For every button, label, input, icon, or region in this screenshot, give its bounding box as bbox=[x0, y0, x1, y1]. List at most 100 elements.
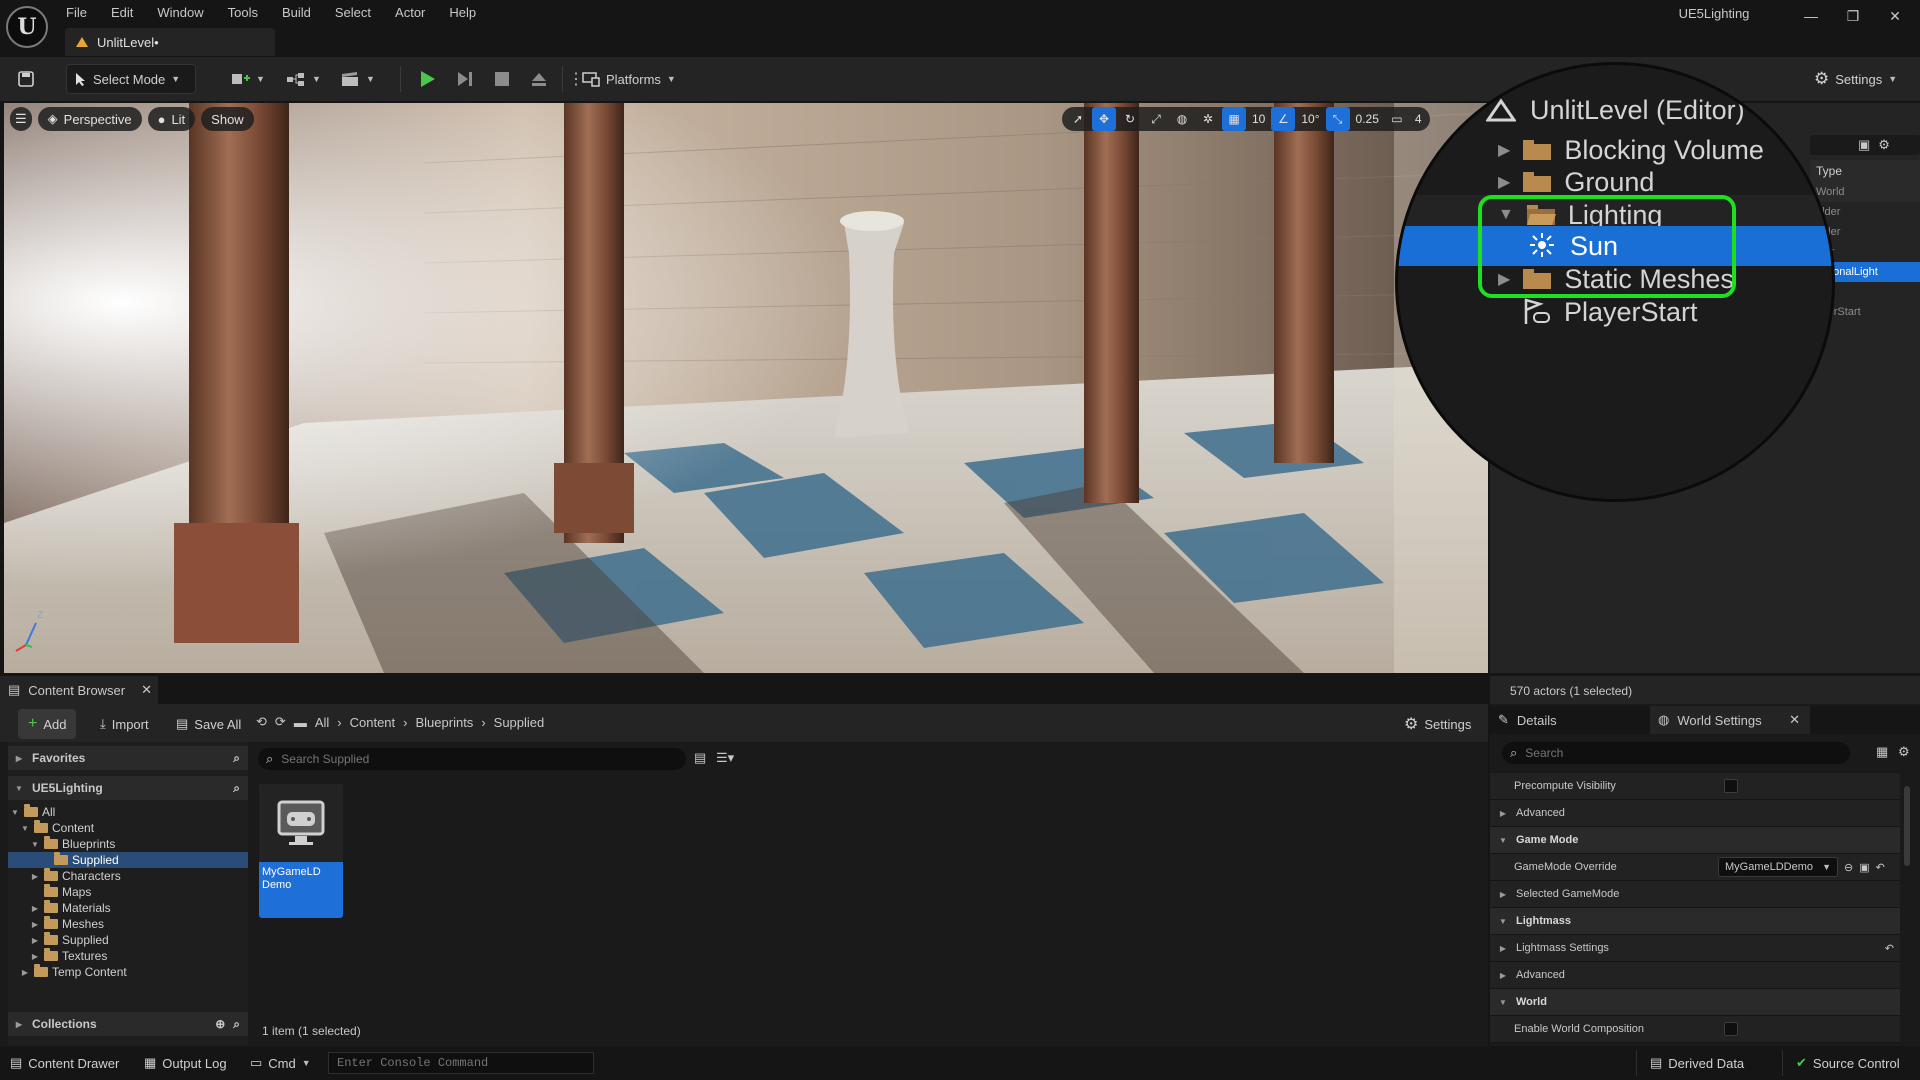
menu-select[interactable]: Select bbox=[335, 5, 371, 20]
scale-snap-icon[interactable]: ⤡ bbox=[1325, 107, 1350, 131]
add-actor-button[interactable]: ▼ bbox=[224, 64, 271, 94]
console-command-input[interactable] bbox=[328, 1052, 594, 1074]
scale-tool-icon[interactable]: ⤢ bbox=[1144, 107, 1168, 131]
tree-item-textures[interactable]: ▶ Textures bbox=[8, 948, 248, 964]
unreal-logo-icon[interactable]: U bbox=[6, 6, 48, 48]
back-icon[interactable]: ⟲ bbox=[256, 714, 267, 730]
outliner-row-playerstart[interactable]: PlayerStart bbox=[1398, 292, 1832, 332]
translate-tool-icon[interactable]: ✥ bbox=[1092, 107, 1116, 131]
search-supplied-input[interactable]: ⌕ bbox=[258, 748, 686, 770]
category-lightmass[interactable]: ▼ Lightmass bbox=[1490, 908, 1900, 935]
browse-icon[interactable]: ⊖ bbox=[1844, 861, 1853, 874]
forward-icon[interactable]: ⟳ bbox=[275, 714, 286, 730]
menu-actor[interactable]: Actor bbox=[395, 5, 425, 20]
lit-button[interactable]: ● Lit bbox=[147, 107, 196, 131]
filter-icon[interactable]: ☰▾ bbox=[716, 750, 734, 766]
menu-help[interactable]: Help bbox=[449, 5, 476, 20]
reset-icon[interactable]: ↶ bbox=[1876, 861, 1885, 874]
asset-tile-selected[interactable]: MyGameLD Demo bbox=[259, 784, 343, 918]
tree-item-all[interactable]: ▼ All bbox=[8, 804, 248, 820]
step-button[interactable] bbox=[450, 64, 480, 94]
save-all-button[interactable]: ▤ Save All bbox=[170, 709, 247, 739]
breadcrumb-content[interactable]: Content bbox=[350, 715, 396, 730]
folder-add-icon[interactable]: ▣ bbox=[1858, 137, 1870, 153]
save-search-icon[interactable]: ▤ bbox=[694, 750, 706, 766]
scene-render[interactable] bbox=[4, 103, 1488, 673]
close-icon[interactable]: ✕ bbox=[1789, 712, 1800, 728]
details-scrollbar[interactable] bbox=[1904, 786, 1910, 866]
tree-item-content[interactable]: ▼ Content bbox=[8, 820, 248, 836]
prop-advanced[interactable]: ▶ Advanced bbox=[1490, 800, 1900, 827]
close-icon[interactable]: ✕ bbox=[141, 682, 152, 698]
save-icon[interactable] bbox=[12, 64, 40, 94]
search-icon[interactable]: ⌕ bbox=[233, 781, 240, 796]
prop-lightmass-settings[interactable]: ▶ Lightmass Settings ↶ bbox=[1490, 935, 1900, 962]
search-icon[interactable]: ⌕ bbox=[233, 1017, 240, 1032]
tree-item-supplied-selected[interactable]: Supplied bbox=[8, 852, 248, 868]
open-asset-icon[interactable]: ▣ bbox=[1859, 861, 1869, 874]
details-search-input[interactable]: ⌕ bbox=[1502, 742, 1850, 764]
content-browser-tab[interactable]: ▤ Content Browser ✕ bbox=[0, 676, 158, 704]
stop-button[interactable] bbox=[488, 64, 516, 94]
scale-snap-value[interactable]: 0.25 bbox=[1352, 112, 1383, 126]
reset-icon[interactable]: ↶ bbox=[1885, 942, 1894, 955]
precompute-visibility-checkbox[interactable] bbox=[1724, 779, 1738, 793]
show-button[interactable]: Show bbox=[201, 107, 254, 131]
level-tab[interactable]: UnlitLevel• bbox=[65, 28, 275, 56]
tree-item-blueprints[interactable]: ▼ Blueprints bbox=[8, 836, 248, 852]
tree-item-characters[interactable]: ▶ Characters bbox=[8, 868, 248, 884]
console-command-field[interactable] bbox=[337, 1056, 587, 1070]
breadcrumb-supplied[interactable]: Supplied bbox=[494, 715, 545, 730]
rotate-tool-icon[interactable]: ↻ bbox=[1118, 107, 1142, 131]
rotation-snap-value[interactable]: 10° bbox=[1297, 112, 1323, 126]
search-icon[interactable]: ⌕ bbox=[233, 751, 240, 766]
world-composition-checkbox[interactable] bbox=[1724, 1022, 1738, 1036]
project-header[interactable]: ▼ UE5Lighting ⌕ bbox=[8, 776, 248, 800]
add-collection-icon[interactable]: ⊕ bbox=[215, 1017, 225, 1031]
viewport-menu-button[interactable]: ☰ bbox=[10, 107, 32, 131]
menu-build[interactable]: Build bbox=[282, 5, 311, 20]
menu-edit[interactable]: Edit bbox=[111, 5, 133, 20]
search-supplied-field[interactable] bbox=[281, 752, 662, 766]
source-control-button[interactable]: ✔ Source Control bbox=[1788, 1051, 1908, 1075]
select-mode-dropdown[interactable]: Select Mode ▼ bbox=[66, 64, 196, 94]
add-button[interactable]: + Add bbox=[18, 709, 77, 739]
prop-advanced[interactable]: ▶ Advanced bbox=[1490, 962, 1900, 989]
grid-snap-icon[interactable]: ▦ bbox=[1222, 107, 1246, 131]
content-drawer-button[interactable]: ▤ Content Drawer bbox=[2, 1051, 127, 1075]
details-search-field[interactable] bbox=[1525, 746, 1826, 760]
tree-item-maps[interactable]: Maps bbox=[8, 884, 248, 900]
prop-selected-gamemode[interactable]: ▶ Selected GameMode bbox=[1490, 881, 1900, 908]
select-tool-icon[interactable]: ➚ bbox=[1066, 107, 1090, 131]
breadcrumb-blueprints[interactable]: Blueprints bbox=[416, 715, 474, 730]
menu-file[interactable]: File bbox=[66, 5, 87, 20]
perspective-button[interactable]: ◈ Perspective bbox=[37, 107, 142, 131]
output-log-button[interactable]: ▦ Output Log bbox=[136, 1051, 235, 1075]
maximize-button[interactable]: ❐ bbox=[1832, 4, 1874, 28]
category-game-mode[interactable]: ▼ Game Mode bbox=[1490, 827, 1900, 854]
tree-item-temp-content[interactable]: ▶ Temp Content bbox=[8, 964, 248, 980]
tree-item-meshes[interactable]: ▶ Meshes bbox=[8, 916, 248, 932]
grid-snap-value[interactable]: 10 bbox=[1248, 112, 1269, 126]
menu-tools[interactable]: Tools bbox=[228, 5, 258, 20]
gear-icon[interactable]: ⚙ bbox=[1898, 744, 1910, 760]
gamemode-override-dropdown[interactable]: MyGameLDDemo ▼ bbox=[1718, 857, 1838, 877]
surface-snap-icon[interactable]: ✲ bbox=[1196, 107, 1220, 131]
level-viewport[interactable]: ☰ ◈ Perspective ● Lit Show ➚ ✥ ↻ ⤢ ◍ ✲ ▦… bbox=[4, 103, 1488, 673]
eject-button[interactable] bbox=[524, 64, 554, 94]
blueprint-button[interactable]: ▼ bbox=[280, 64, 327, 94]
favorites-header[interactable]: ▶ Favorites ⌕ bbox=[8, 746, 248, 770]
details-tab[interactable]: ✎ Details bbox=[1490, 706, 1650, 734]
cmd-dropdown[interactable]: ▭ Cmd ▼ bbox=[242, 1051, 319, 1075]
minimize-button[interactable]: — bbox=[1790, 4, 1832, 28]
outliner-row-level[interactable]: UnlitLevel (Editor) bbox=[1398, 90, 1832, 130]
import-button[interactable]: ⤓ Import bbox=[94, 709, 155, 739]
world-local-icon[interactable]: ◍ bbox=[1170, 107, 1194, 131]
category-world[interactable]: ▼ World bbox=[1490, 989, 1900, 1016]
play-button[interactable] bbox=[412, 64, 442, 94]
rotation-snap-icon[interactable]: ∠ bbox=[1271, 107, 1296, 131]
cinematics-button[interactable]: ▼ bbox=[334, 64, 381, 94]
content-settings-button[interactable]: ⚙ Settings bbox=[1398, 709, 1477, 739]
gear-icon[interactable]: ⚙ bbox=[1878, 137, 1890, 153]
derived-data-button[interactable]: ▤ Derived Data bbox=[1642, 1051, 1752, 1075]
